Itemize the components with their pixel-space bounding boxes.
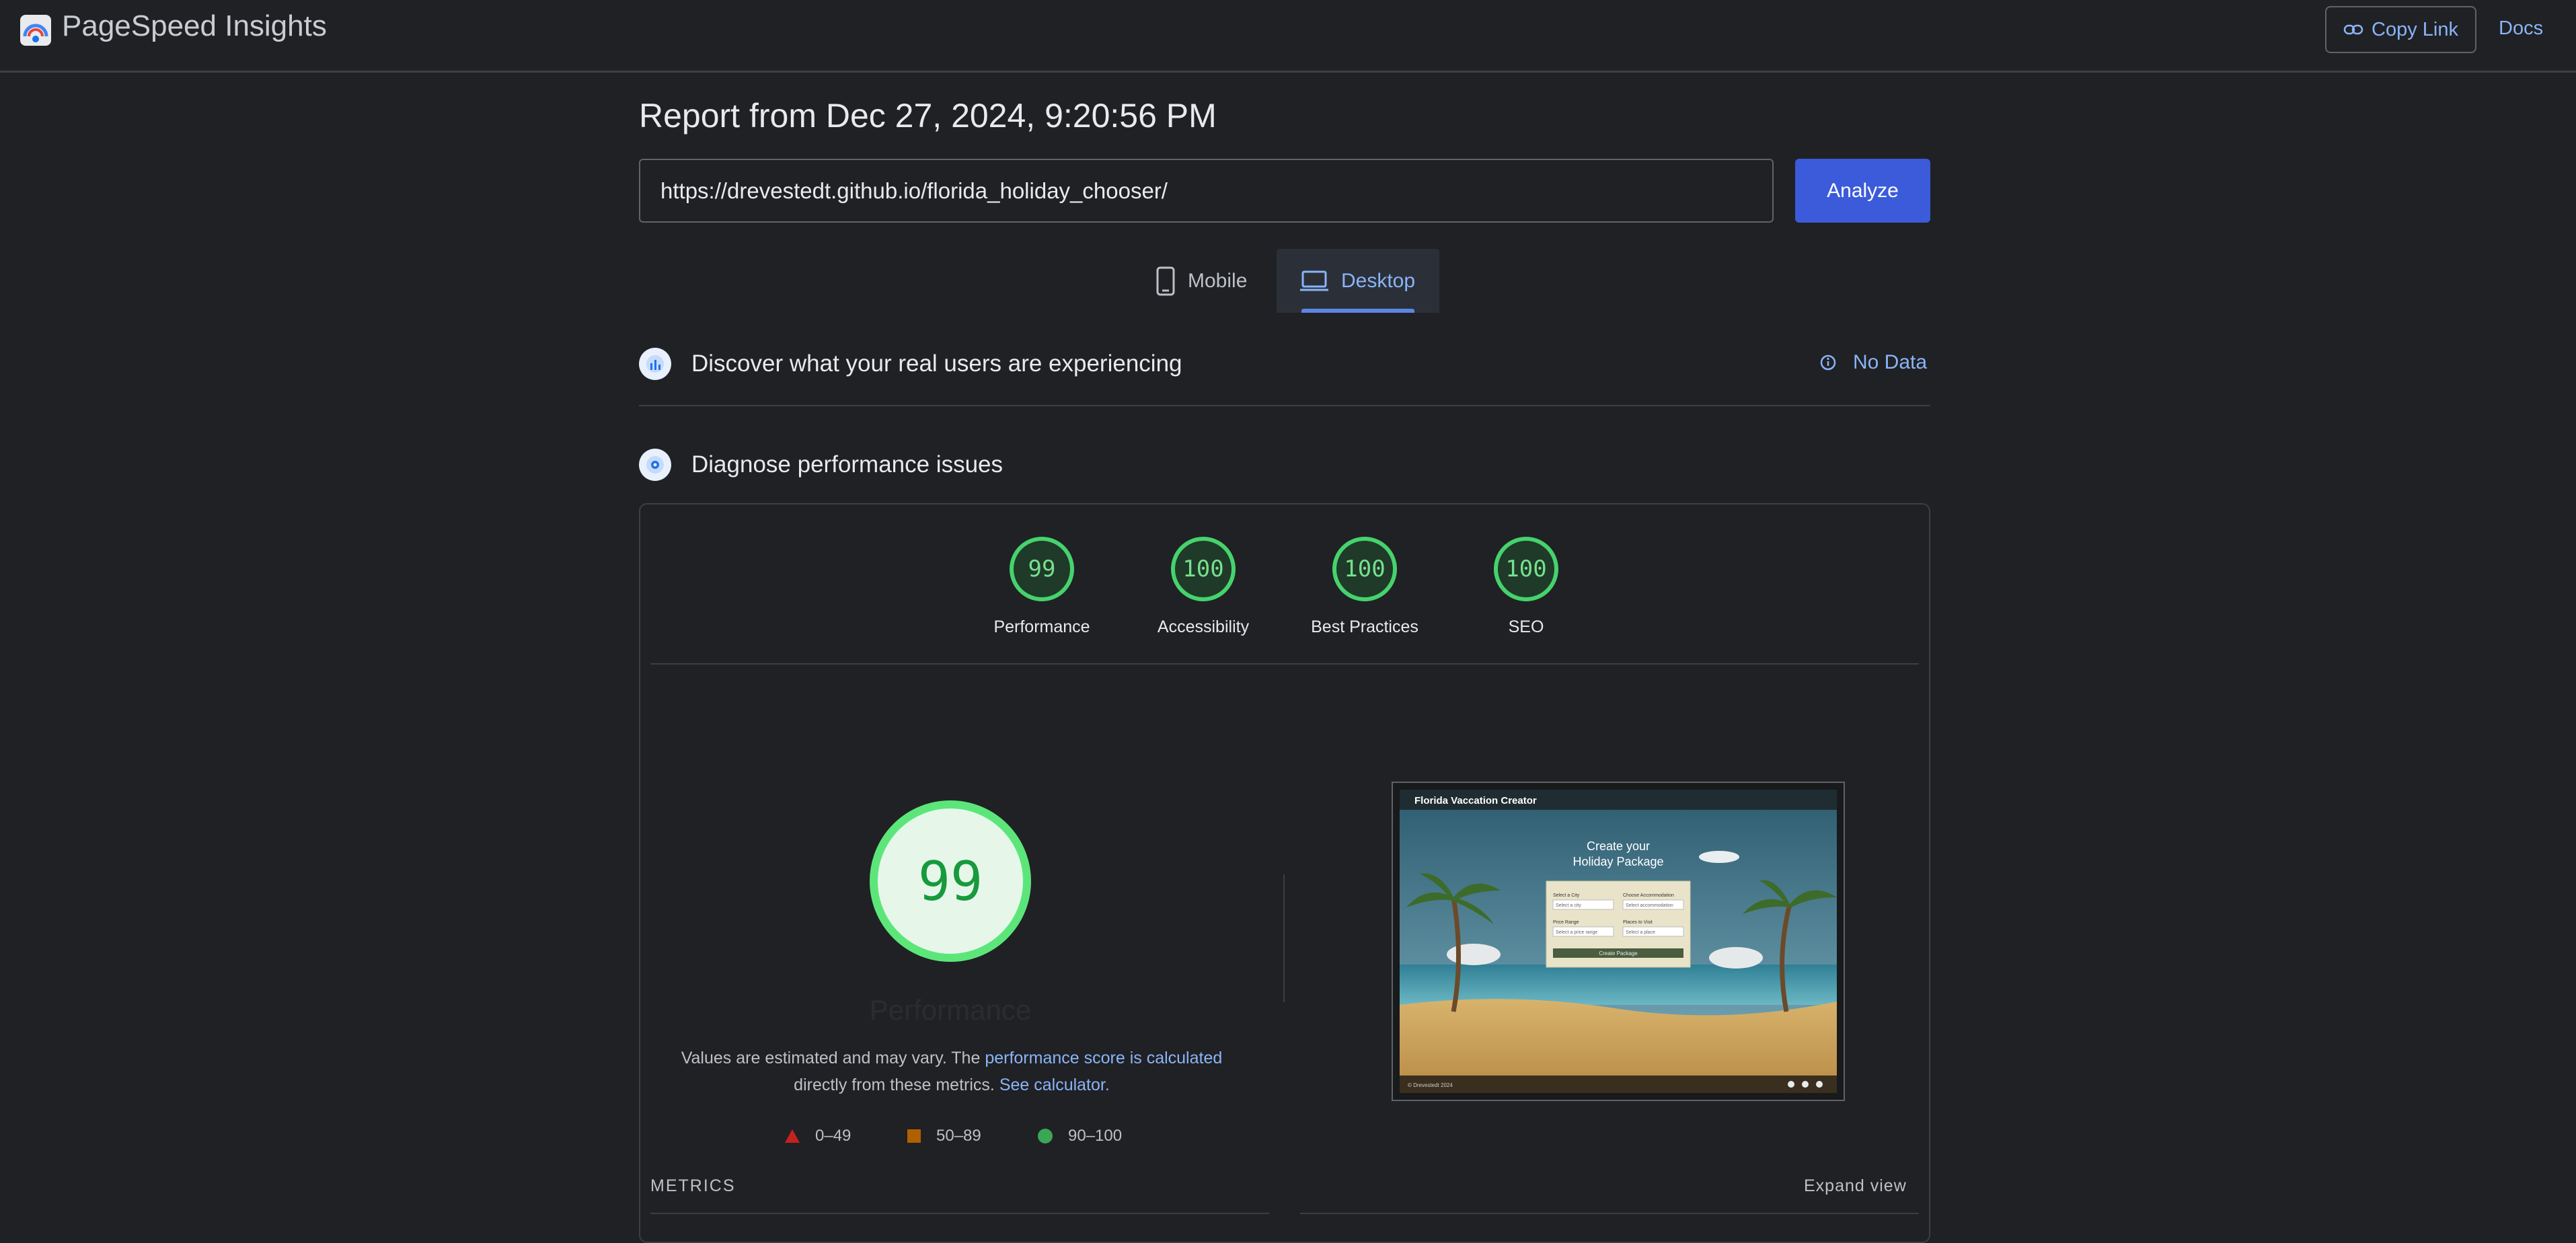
diagnose-icon [639,449,671,481]
shot-hero-line1: Create your [1587,839,1650,853]
shot-field2-label: Choose Accommodation [1623,893,1674,898]
users-chart-icon [639,348,671,380]
info-icon [1820,354,1836,371]
gauge-seo-score: 100 [1494,537,1558,601]
copy-link-button[interactable]: Copy Link [2325,6,2476,53]
metrics-divider-left [650,1213,1269,1214]
metrics-heading: METRICS [650,1176,736,1195]
gauge-accessibility-score: 100 [1171,537,1236,601]
performance-score-link[interactable]: performance score is calculated [985,1049,1222,1067]
main-performance-gauge: 99 [870,800,1031,962]
screenshot-scene: Florida Vaccation Creator Create your Ho… [1400,790,1837,1093]
laptop-icon [1300,270,1328,291]
vertical-separator [1283,874,1285,1002]
gauge-accessibility-label: Accessibility [1157,617,1250,636]
tab-mobile[interactable]: Mobile [1143,249,1278,313]
no-data-indicator[interactable]: No Data [1819,351,1927,374]
legend-average-label: 50–89 [936,1127,981,1145]
gauge-best-practices-label: Best Practices [1311,617,1418,636]
note-text-prefix: Values are estimated and may vary. The [681,1049,985,1067]
shot-field4-value: Select a place [1626,930,1655,935]
shot-field3-label: Price Range [1553,920,1579,925]
tab-active-indicator [1301,309,1414,313]
shot-field4-label: Places to Visit [1623,920,1653,925]
gauge-best-practices[interactable]: 100 Best Practices [1284,537,1445,637]
no-data-label: No Data [1853,351,1928,373]
link-icon [2343,24,2363,35]
docs-link[interactable]: Docs [2499,17,2543,40]
lab-data-section: Diagnose performance issues [639,446,1003,484]
shot-button-label: Create Package [1599,950,1638,956]
tab-desktop[interactable]: Desktop [1277,249,1439,313]
expand-view-toggle[interactable]: Expand view [1804,1176,1907,1196]
phone-icon [1156,266,1175,295]
pagespeed-logo-icon[interactable] [19,13,52,47]
see-calculator-link[interactable]: See calculator. [999,1076,1110,1094]
legend-item-good: 90–100 [1037,1127,1122,1145]
gauge-performance[interactable]: 99 Performance [961,537,1123,637]
tab-desktop-label: Desktop [1341,269,1416,292]
score-note: Values are estimated and may vary. The p… [676,1045,1227,1098]
gauge-seo-label: SEO [1508,617,1544,636]
final-screenshot[interactable]: Florida Vaccation Creator Create your Ho… [1392,782,1845,1101]
card-divider [650,663,1919,665]
gauge-accessibility[interactable]: 100 Accessibility [1123,537,1284,637]
triangle-icon [785,1129,800,1143]
note-text-mid: directly from these metrics. [794,1076,999,1094]
legend-item-average: 50–89 [907,1127,981,1145]
shot-field1-label: Select a City [1553,893,1580,898]
legend-item-poor: 0–49 [784,1127,851,1145]
square-icon [907,1129,921,1143]
section-divider [639,405,1930,406]
report-title: Report from Dec 27, 2024, 9:20:56 PM [639,97,1217,135]
legend-poor-label: 0–49 [815,1127,851,1145]
gauge-performance-label: Performance [993,617,1090,636]
gauge-best-practices-score: 100 [1332,537,1397,601]
copy-link-label: Copy Link [2372,18,2458,40]
shot-hero-line2: Holiday Package [1573,855,1663,868]
shot-field3-value: Select a price range [1556,930,1597,935]
circle-icon [1038,1129,1053,1143]
top-bar: PageSpeed Insights Copy Link Docs [0,0,2576,73]
app-title[interactable]: PageSpeed Insights [62,9,327,43]
lab-data-heading: Diagnose performance issues [691,451,1003,478]
shot-site-title: Florida Vaccation Creator [1414,795,1537,806]
legend-good-label: 90–100 [1068,1127,1123,1145]
gauge-seo[interactable]: 100 SEO [1445,537,1607,637]
shot-footer: © Drevestedt 2024 [1408,1082,1453,1088]
gauge-performance-score: 99 [1010,537,1074,601]
tab-mobile-label: Mobile [1188,269,1248,292]
analyze-button[interactable]: Analyze [1795,159,1930,223]
field-data-section: Discover what your real users are experi… [639,345,1182,383]
main-performance-label: Performance [869,994,1032,1026]
shot-field2-value: Select accommodation [1626,903,1673,908]
field-data-heading: Discover what your real users are experi… [691,350,1182,377]
metrics-divider-right [1300,1213,1919,1214]
shot-field1-value: Select a city [1556,903,1581,908]
url-input[interactable] [639,159,1774,223]
